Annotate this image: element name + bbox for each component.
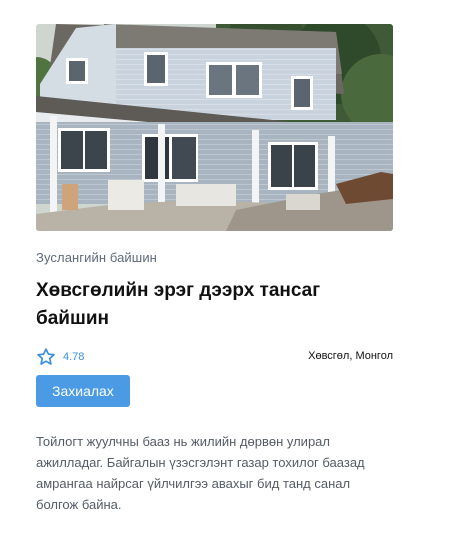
house-photo [36,24,393,231]
listing-meta: 4.78 Хөвсгөл, Монгол [36,347,393,367]
star-outline-icon [37,348,55,365]
listing-category: Зуслангийн байшин [36,250,157,265]
location-label: Хөвсгөл, Монгол [308,350,393,362]
listing-card: Зуслангийн байшин Хөвсгөлийн эрэг дээрх … [36,24,393,515]
listing-description: Тойлогт жуулчны бааз нь жилийн дөрвөн ул… [36,434,365,512]
listing-title: Хөвсгөлийн эрэг дээрх тансаг байшин [36,280,321,329]
book-button[interactable]: Захиалах [36,375,130,407]
rating-value: 4.78 [63,351,85,363]
